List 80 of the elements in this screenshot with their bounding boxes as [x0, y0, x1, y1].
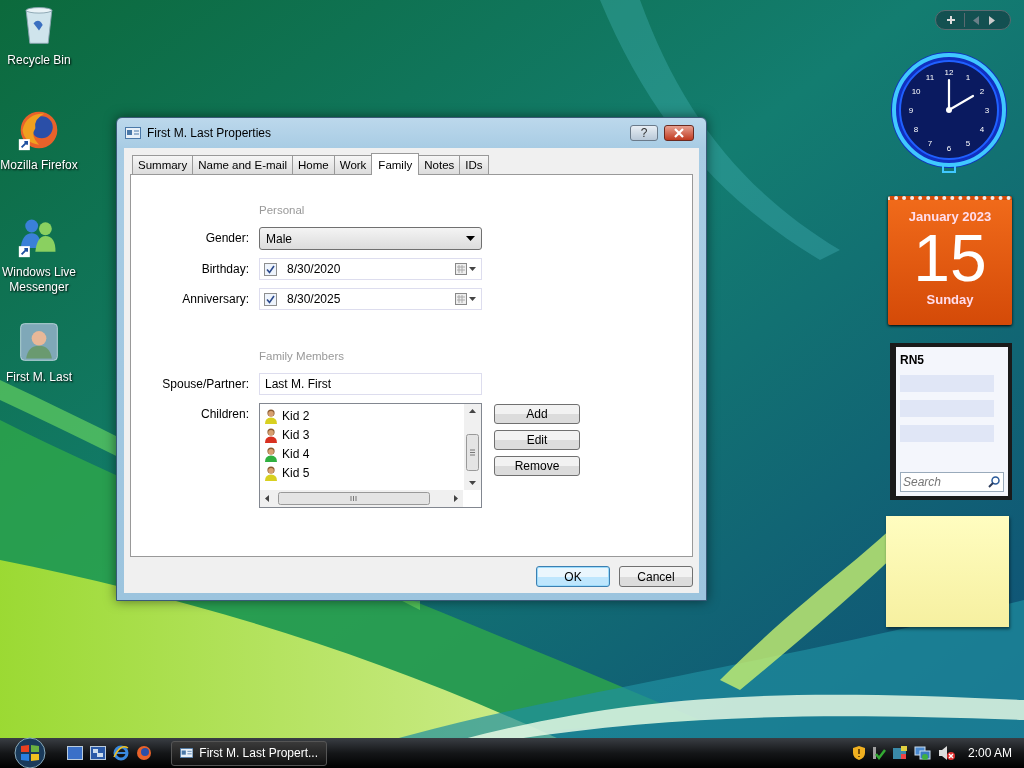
clock-numeral: 1 — [965, 73, 971, 83]
tab[interactable]: Home — [292, 155, 335, 174]
tab[interactable]: IDs — [459, 155, 489, 174]
shield-icon[interactable] — [851, 745, 866, 761]
tab[interactable]: Summary — [132, 155, 194, 174]
tab[interactable]: Name and E-mail — [192, 155, 294, 174]
clock-numeral: 11 — [925, 73, 935, 83]
speaker-muted-icon[interactable] — [937, 745, 956, 761]
calendar-dropdown-icon[interactable] — [455, 263, 477, 275]
show-desktop-icon[interactable] — [67, 746, 83, 760]
clock-numeral: 6 — [946, 144, 952, 153]
list-item[interactable]: Kid 3 — [282, 427, 310, 442]
clock-numeral: 2 — [979, 87, 985, 96]
window-switch-icon[interactable] — [90, 746, 106, 760]
calendar-weekday: Sunday — [926, 292, 974, 307]
contact-card-icon — [180, 747, 194, 759]
clock-numeral: 10 — [911, 87, 921, 96]
taskbar-button[interactable]: First M. Last Propert... — [171, 740, 327, 766]
search-icon[interactable] — [988, 476, 1000, 488]
cancel-button[interactable]: Cancel — [619, 566, 693, 587]
arrow-right-icon[interactable] — [988, 15, 995, 25]
tab[interactable]: Family — [371, 153, 420, 175]
list-item[interactable]: Kid 4 — [282, 446, 310, 461]
plus-icon[interactable] — [946, 15, 956, 25]
horizontal-scrollbar[interactable] — [260, 490, 463, 507]
date-picker[interactable]: 8/30/2020 — [259, 258, 482, 280]
list-item[interactable]: Kid 2 — [282, 408, 310, 423]
checkmark-icon[interactable] — [871, 745, 886, 761]
clock-numeral: 8 — [913, 125, 919, 134]
list-item[interactable]: Kid 5 — [282, 465, 310, 480]
search-field[interactable]: Search — [900, 472, 1004, 492]
browser-icon[interactable] — [113, 745, 129, 761]
contact-card-icon — [125, 127, 141, 139]
clock-numeral: 7 — [927, 138, 933, 148]
calendar-month: January 2023 — [908, 209, 992, 224]
close-icon — [673, 128, 685, 138]
calendar-dropdown-icon[interactable] — [455, 293, 477, 305]
spouse-field[interactable]: Last M. First — [259, 373, 482, 395]
field-label: Spouse/Partner: — [161, 376, 249, 393]
firefox-icon[interactable] — [136, 745, 152, 761]
contact-icon[interactable] — [17, 320, 61, 364]
date-picker[interactable]: 8/30/2025 — [259, 288, 482, 310]
list-action-button[interactable]: Remove — [494, 456, 580, 476]
children-list[interactable]: Kid 2 Kid 3 Kid 4 Kid 5 — [259, 403, 482, 508]
desktop-icon-label[interactable]: Mozilla Firefox — [0, 158, 78, 173]
calendar-day: 15 — [913, 224, 987, 292]
clock-numeral: 12 — [944, 68, 954, 77]
network-icon[interactable] — [913, 745, 932, 761]
desktop-icon-label[interactable]: First M. Last — [6, 370, 72, 385]
field-label: Birthday: — [200, 261, 249, 278]
clock-numeral: 3 — [984, 106, 990, 115]
calendar-gadget[interactable]: January 2023 15 Sunday — [888, 196, 1012, 325]
clock-hands-drawing — [946, 78, 975, 113]
checkbox[interactable] — [264, 292, 277, 306]
contacts-title: RN5 — [900, 353, 925, 367]
clock-numeral: 5 — [965, 138, 971, 148]
checkbox[interactable] — [264, 262, 277, 276]
list-action-button[interactable]: Edit — [494, 430, 580, 450]
field-label: Children: — [199, 406, 249, 423]
caret-icon — [466, 236, 475, 241]
clock-numeral: 9 — [908, 106, 914, 115]
tab[interactable]: Notes — [418, 155, 461, 174]
help-button[interactable]: ? — [630, 125, 658, 141]
desktop-icon-label[interactable]: Recycle Bin — [7, 53, 71, 68]
contacts-gadget[interactable]: RN5 Search — [890, 343, 1012, 500]
clock-time[interactable]: 2:00 AM — [967, 746, 1012, 760]
field-label: Gender: — [204, 230, 249, 247]
section-heading: Family Members — [259, 350, 345, 362]
vertical-scrollbar[interactable] — [464, 404, 481, 490]
list-action-button[interactable]: Add — [494, 404, 580, 424]
clock-face-drawing[interactable] — [891, 52, 1007, 173]
window-title: First M. Last Properties — [147, 126, 273, 140]
close-button[interactable] — [664, 125, 694, 141]
desktop-icon-label[interactable]: Windows Live Messenger — [0, 265, 78, 295]
gender-dropdown[interactable]: Male — [259, 227, 482, 250]
clock-numeral: 4 — [979, 125, 985, 134]
window-icon[interactable] — [891, 745, 908, 761]
section-heading: Personal — [259, 204, 306, 216]
ok-button[interactable]: OK — [536, 566, 610, 587]
field-label: Anniversary: — [181, 291, 249, 308]
